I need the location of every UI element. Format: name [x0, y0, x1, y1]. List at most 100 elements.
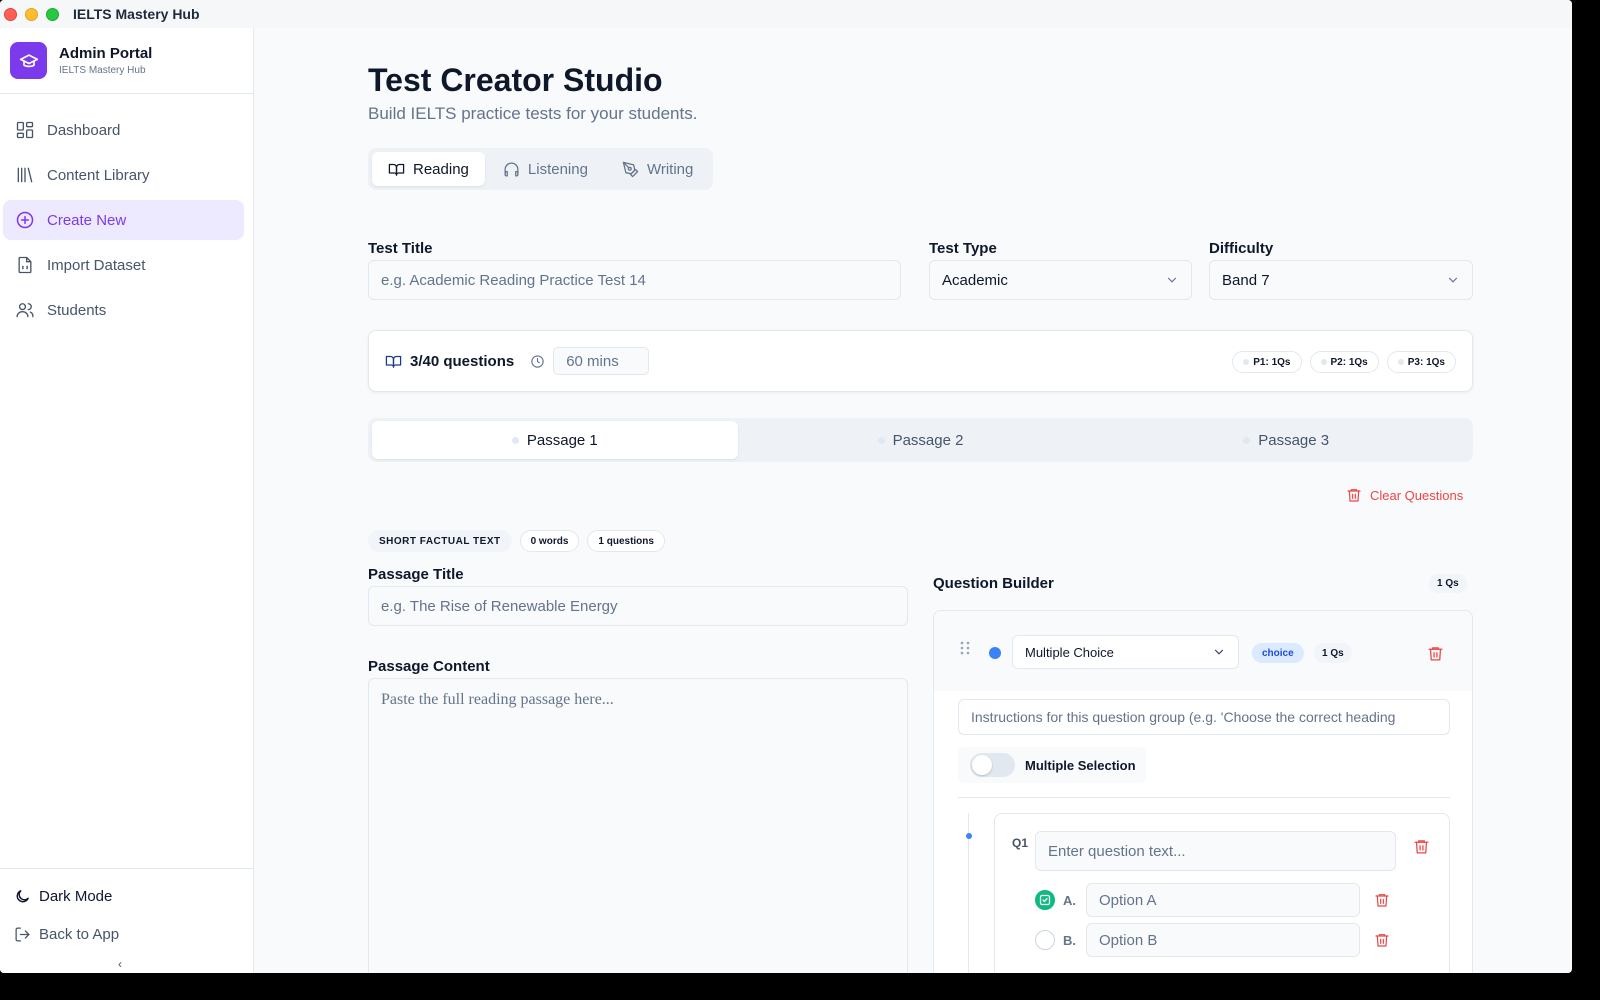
passage-content-textarea[interactable]	[368, 678, 908, 973]
sidebar-item-import-dataset[interactable]: Import Dataset	[3, 245, 244, 285]
passage-type-tag: SHORT FACTUAL TEXT	[368, 530, 512, 552]
tab-passage-1[interactable]: Passage 1	[372, 421, 738, 459]
moon-icon	[16, 889, 29, 902]
question-group-card: Multiple Choice choice 1 Qs Instructions…	[933, 610, 1473, 973]
difficulty-value: Band 7	[1222, 271, 1270, 289]
sidebar-item-create-new[interactable]: Create New	[3, 200, 244, 240]
dashboard-icon	[16, 121, 34, 139]
graduation-cap-icon	[10, 42, 47, 79]
correct-answer-radio[interactable]	[1035, 930, 1055, 950]
library-icon	[17, 167, 33, 183]
passage-tabs: Passage 1 Passage 2 Passage 3	[368, 418, 1473, 462]
trash-icon[interactable]	[1413, 838, 1430, 855]
chevron-down-icon	[1448, 277, 1458, 283]
sidebar-item-dashboard[interactable]: Dashboard	[3, 110, 244, 150]
option-letter: B.	[1063, 932, 1076, 948]
trash-icon	[1347, 489, 1361, 502]
trash-icon[interactable]	[1374, 932, 1390, 948]
correct-answer-radio[interactable]	[1035, 890, 1055, 910]
test-mode-tabs: Reading Listening Writing	[368, 148, 714, 190]
question-type-value: Multiple Choice	[1025, 644, 1114, 660]
question-text-input[interactable]: Enter question text...	[1035, 831, 1396, 871]
multiple-selection-toggle[interactable]	[970, 753, 1015, 777]
multiple-selection-label: Multiple Selection	[1025, 757, 1136, 773]
tab-listening[interactable]: Listening	[487, 152, 604, 186]
sidebar: Admin Portal IELTS Mastery Hub Dashboard…	[0, 28, 254, 973]
pill-label: P2: 1Qs	[1330, 356, 1368, 368]
passage-pill: P2: 1Qs	[1309, 351, 1379, 373]
tab-label: Listening	[527, 160, 588, 178]
difficulty-select[interactable]: Band 7	[1209, 260, 1473, 300]
tab-reading[interactable]: Reading	[372, 152, 485, 186]
file-icon	[18, 256, 32, 274]
passage-content-label: Passage Content	[368, 658, 490, 675]
tab-passage-3[interactable]: Passage 3	[1103, 421, 1469, 459]
window-controls	[4, 7, 59, 21]
group-status-dot	[989, 647, 1001, 659]
back-to-app-link[interactable]: Back to App	[0, 915, 253, 953]
time-limit-input[interactable]: 60 mins	[553, 347, 650, 375]
sidebar-item-label: Content Library	[47, 166, 150, 184]
test-type-select[interactable]: Academic	[929, 260, 1192, 300]
clock-icon	[531, 354, 544, 368]
group-count-tag: 1 Qs	[1314, 643, 1352, 663]
book-open-icon	[385, 355, 402, 368]
question-type-tag: choice	[1252, 643, 1304, 663]
test-title-input[interactable]	[368, 260, 901, 300]
passage-title-input[interactable]	[368, 586, 908, 626]
question-number: Q1	[1012, 836, 1029, 850]
question-count: 3/40 questions	[410, 352, 515, 370]
drag-handle-icon[interactable]	[960, 641, 970, 655]
app-window: IELTS Mastery Hub Admin Portal IELTS Mas…	[0, 0, 1572, 973]
users-icon	[16, 303, 34, 318]
collapse-sidebar-icon[interactable]: ‹	[118, 957, 122, 971]
test-stats-bar: 3/40 questions 60 mins P1: 1Qs P2: 1Qs P…	[368, 330, 1473, 392]
close-window-button[interactable]	[4, 7, 17, 21]
dark-mode-toggle[interactable]: Dark Mode	[0, 877, 253, 915]
back-to-app-label: Back to App	[39, 925, 120, 943]
option-input[interactable]: Option A	[1086, 883, 1360, 917]
divider	[958, 797, 1450, 798]
brand: Admin Portal IELTS Mastery Hub	[0, 28, 253, 94]
window-title: IELTS Mastery Hub	[73, 6, 200, 22]
pen-tool-icon	[622, 161, 639, 177]
option-row: B. Option B	[1035, 923, 1390, 957]
test-title-label: Test Title	[368, 240, 433, 257]
option-letter: A.	[1063, 892, 1076, 908]
group-instructions-input[interactable]: Instructions for this question group (e.…	[958, 699, 1450, 735]
question-type-select[interactable]: Multiple Choice	[1012, 635, 1239, 669]
minimize-window-button[interactable]	[25, 7, 38, 21]
maximize-window-button[interactable]	[46, 7, 59, 21]
clear-questions-label: Clear Questions	[1370, 487, 1464, 503]
test-type-label: Test Type	[929, 240, 997, 257]
sidebar-item-content-library[interactable]: Content Library	[3, 155, 244, 195]
passage-tags: SHORT FACTUAL TEXT 0 words 1 questions	[368, 530, 665, 552]
chevron-down-icon	[1167, 277, 1177, 283]
brand-subtitle: IELTS Mastery Hub	[59, 65, 146, 76]
book-open-icon	[388, 163, 405, 176]
tab-passage-2[interactable]: Passage 2	[738, 421, 1104, 459]
sidebar-item-label: Create New	[47, 211, 127, 229]
passage-title-label: Passage Title	[368, 566, 464, 583]
trash-icon[interactable]	[1374, 892, 1390, 908]
logout-icon	[15, 926, 30, 942]
chevron-down-icon	[1214, 649, 1224, 655]
question-card: Q1 Enter question text... A. Option A B.	[994, 813, 1450, 973]
headphones-icon	[504, 161, 519, 177]
page-title: Test Creator Studio	[368, 62, 663, 98]
sidebar-footer: Dark Mode Back to App ‹	[0, 868, 253, 973]
trash-icon[interactable]	[1427, 645, 1444, 662]
passage-pill: P3: 1Qs	[1386, 351, 1456, 373]
title-bar: IELTS Mastery Hub	[0, 0, 1572, 28]
sidebar-item-students[interactable]: Students	[3, 290, 244, 330]
word-count-tag: 0 words	[519, 530, 580, 552]
pill-label: P1: 1Qs	[1253, 356, 1291, 368]
sidebar-nav: Dashboard Content Library Create New Imp…	[0, 94, 253, 330]
tab-label: Writing	[646, 160, 694, 178]
clear-questions-button[interactable]: Clear Questions	[1346, 487, 1463, 503]
question-count-tag: 1 questions	[587, 530, 665, 552]
brand-name: Admin Portal	[59, 45, 153, 62]
option-input[interactable]: Option B	[1086, 923, 1360, 957]
tab-writing[interactable]: Writing	[606, 152, 709, 186]
check-icon	[1039, 894, 1051, 906]
